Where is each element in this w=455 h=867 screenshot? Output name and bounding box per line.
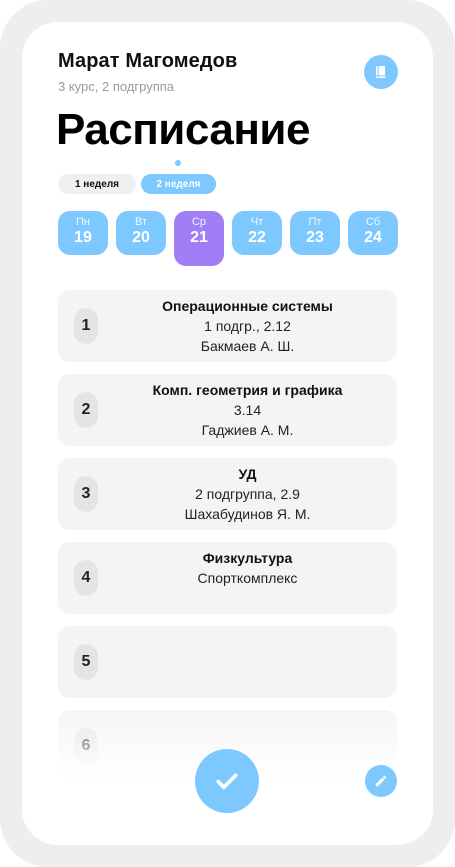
day-selector: Пн 19 Вт 20 Ср 21 Чт 22 Пт 23 Сб 24: [58, 211, 398, 271]
day-number: 19: [74, 229, 92, 246]
page-title: Расписание: [56, 105, 310, 154]
edit-button[interactable]: [365, 765, 397, 797]
week-2-tab[interactable]: 2 неделя: [141, 174, 216, 194]
book-icon: [375, 66, 386, 78]
day-name: Чт: [250, 216, 264, 228]
day-name: Ср: [191, 216, 207, 228]
lesson-card[interactable]: 5: [58, 626, 397, 698]
day-number: 24: [364, 229, 382, 246]
day-number: 22: [248, 229, 266, 246]
lesson-room: 2 подгруппа, 2.9: [195, 486, 300, 502]
day-number: 20: [132, 229, 150, 246]
lesson-number: 1: [74, 308, 98, 344]
week-1-tab[interactable]: 1 неделя: [58, 174, 136, 194]
lesson-content: Комп. геометрия и графика 3.14 Гаджиев А…: [108, 380, 387, 440]
lesson-number: 5: [74, 644, 98, 680]
phone-frame: Марат Магомедов 3 курс, 2 подгруппа Расп…: [0, 0, 455, 867]
lesson-room: Спорткомплекс: [197, 570, 298, 586]
lesson-content: Физкультура Спорткомплекс: [108, 548, 387, 588]
confirm-button[interactable]: [195, 749, 259, 813]
lesson-number: 6: [74, 728, 98, 764]
lesson-content: УД 2 подгруппа, 2.9 Шахабудинов Я. М.: [108, 464, 387, 524]
lesson-room: 1 подгр., 2.12: [204, 318, 291, 334]
lesson-subject: УД: [238, 466, 257, 482]
day-name: Вт: [134, 216, 147, 228]
lesson-card[interactable]: 4 Физкультура Спорткомплекс: [58, 542, 397, 614]
day-wed[interactable]: Ср 21: [174, 211, 224, 266]
lesson-teacher: Бакмаев А. Ш.: [200, 338, 295, 354]
day-mon[interactable]: Пн 19: [58, 211, 108, 255]
day-number: 21: [190, 229, 208, 246]
lesson-subject: Комп. геометрия и графика: [152, 382, 343, 398]
day-sat[interactable]: Сб 24: [348, 211, 398, 255]
lesson-card[interactable]: 3 УД 2 подгруппа, 2.9 Шахабудинов Я. М.: [58, 458, 397, 530]
lesson-subject: Физкультура: [202, 550, 293, 566]
lesson-card[interactable]: 1 Операционные системы 1 подгр., 2.12 Ба…: [58, 290, 397, 362]
day-name: Пт: [308, 216, 322, 228]
day-number: 23: [306, 229, 324, 246]
check-icon: [216, 773, 238, 790]
day-fri[interactable]: Пт 23: [290, 211, 340, 255]
day-name: Пн: [76, 216, 90, 228]
user-subtitle: 3 курс, 2 подгруппа: [58, 79, 175, 94]
day-tue[interactable]: Вт 20: [116, 211, 166, 255]
lesson-card[interactable]: 2 Комп. геометрия и графика 3.14 Гаджиев…: [58, 374, 397, 446]
day-thu[interactable]: Чт 22: [232, 211, 282, 255]
day-name: Сб: [365, 216, 381, 228]
lesson-number: 2: [74, 392, 98, 428]
lesson-room: 3.14: [233, 402, 262, 418]
pencil-icon: [375, 775, 387, 787]
lesson-teacher: Шахабудинов Я. М.: [184, 506, 311, 522]
lesson-number: 4: [74, 560, 98, 596]
book-button[interactable]: [364, 55, 398, 89]
lesson-content: Операционные системы 1 подгр., 2.12 Бакм…: [108, 296, 387, 356]
lesson-teacher: Гаджиев А. М.: [201, 422, 294, 438]
app-screen: Марат Магомедов 3 курс, 2 подгруппа Расп…: [22, 22, 433, 845]
user-name: Марат Магомедов: [58, 50, 238, 72]
lesson-subject: Операционные системы: [162, 298, 333, 314]
current-week-indicator: [175, 160, 181, 166]
lesson-number: 3: [74, 476, 98, 512]
